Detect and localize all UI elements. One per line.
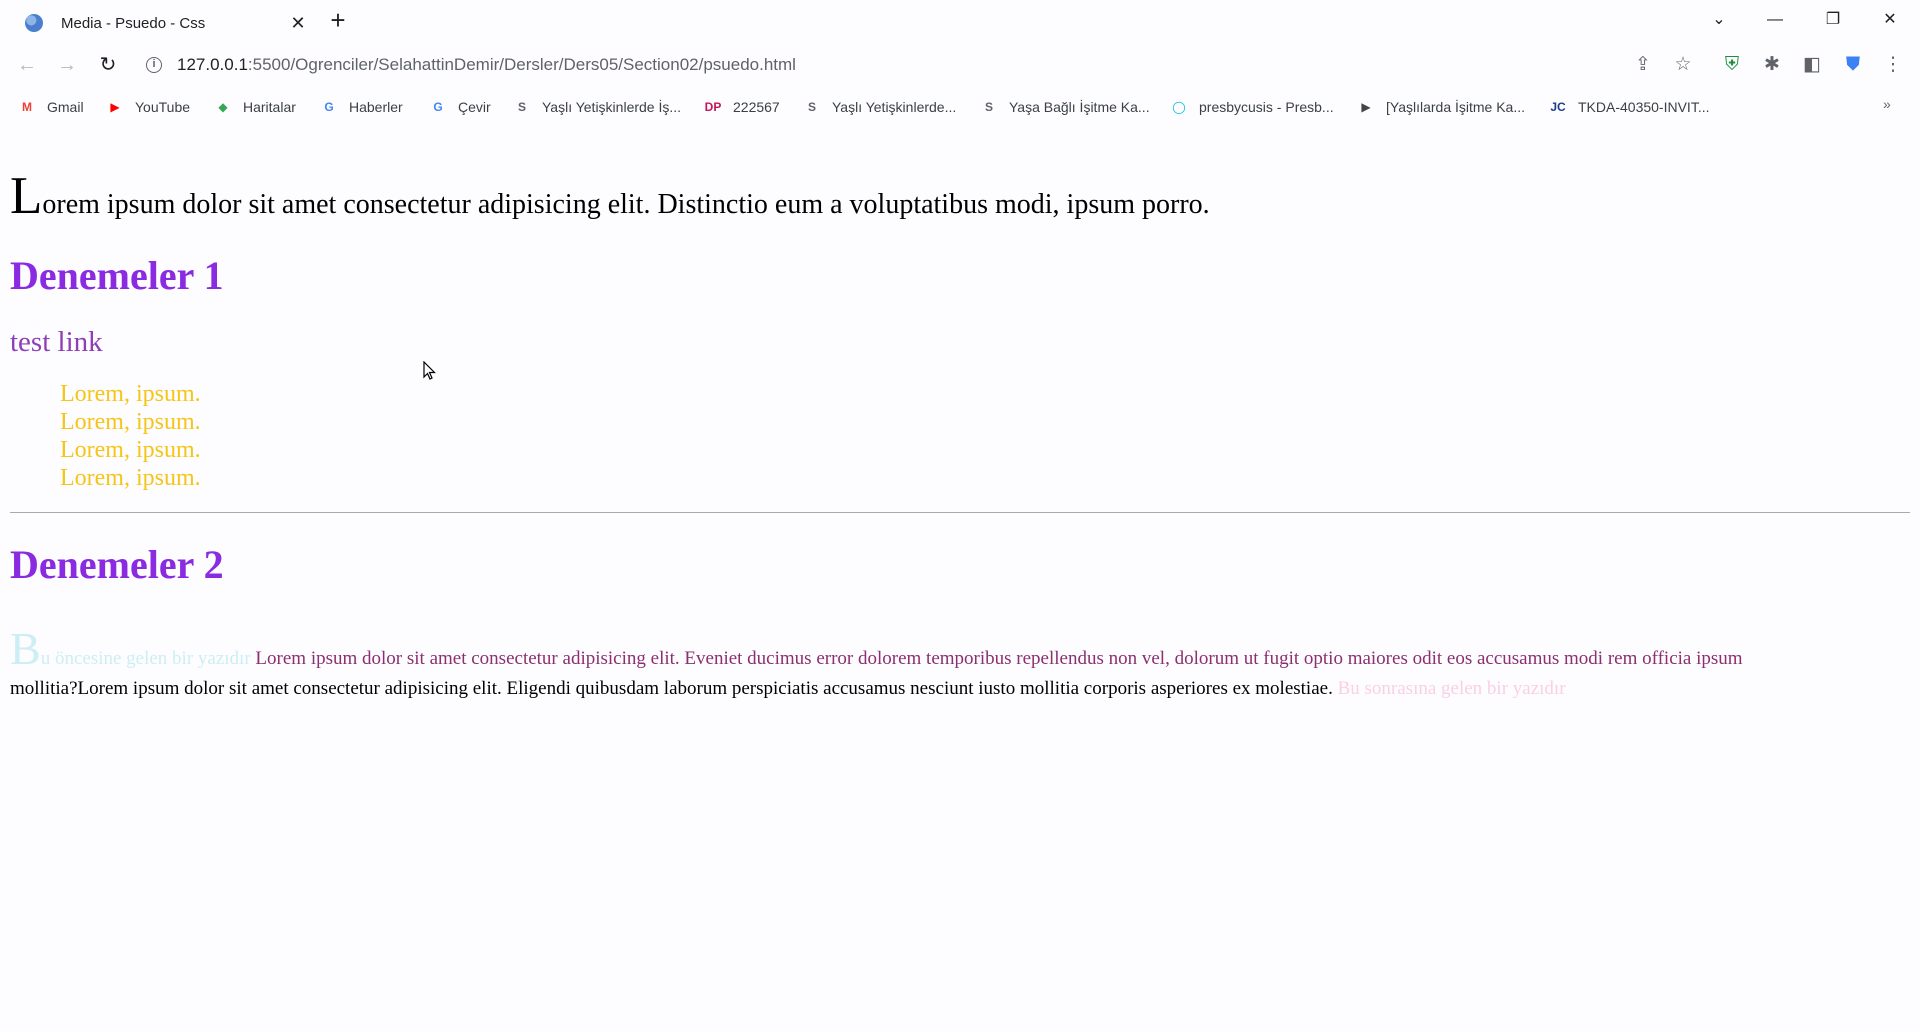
translate-icon: G (433, 100, 443, 114)
before-pseudo-text: Bu öncesine gelen bir yazıdır (10, 626, 251, 672)
bookmark-item[interactable]: JC TKDA-40350-INVIT... (1549, 96, 1710, 118)
pseudo-paragraph: Bu öncesine gelen bir yazıdır Lorem ipsu… (10, 626, 1910, 704)
mouse-cursor-icon (423, 361, 436, 380)
extension-shield-icon[interactable]: ⛨ (1716, 49, 1748, 81)
restore-button[interactable]: ❐ (1811, 4, 1855, 36)
bookmark-label: Yaşlı Yetişkinlerde... (832, 99, 957, 115)
bookmark-item[interactable]: DP 222567 (704, 96, 780, 118)
more-bookmarks-icon[interactable]: » (1883, 96, 1891, 112)
forward-button[interactable]: → (51, 49, 83, 81)
dp-icon: DP (704, 100, 722, 114)
bookmark-item[interactable]: ◆ Haritalar (214, 96, 296, 118)
share-icon[interactable]: ⇪ (1627, 49, 1659, 81)
vpn-shield-icon[interactable]: ⛊ (1837, 49, 1869, 81)
menu-kebab-icon[interactable]: ⋮ (1877, 49, 1909, 81)
youtube-icon: ▶ (110, 100, 120, 114)
intro-paragraph: Lorem ipsum dolor sit amet consectetur a… (10, 166, 1210, 226)
bookmark-label: Yaşa Bağlı İşitme Ka... (1009, 99, 1150, 115)
bookmark-item[interactable]: S Yaşlı Yetişkinlerde... (803, 96, 956, 118)
bookmark-label: Haritalar (243, 99, 296, 115)
search-icon: ◯ (1172, 100, 1186, 114)
tab-search-icon[interactable]: ⌄ (1697, 4, 1741, 36)
bookmark-item[interactable]: S Yaşlı Yetişkinlerde İş... (513, 96, 681, 118)
close-tab-icon[interactable]: ✕ (287, 12, 309, 34)
bookmark-star-icon[interactable]: ☆ (1667, 49, 1699, 81)
bookmark-label: 222567 (733, 99, 780, 115)
site-info-icon[interactable]: i (146, 57, 162, 73)
test-link[interactable]: test link (10, 326, 103, 359)
news-icon: G (324, 100, 334, 114)
paragraph-rest: mollitia?Lorem ipsum dolor sit amet cons… (10, 678, 1333, 699)
toolbar: ← → ↻ i 127.0.0.1:5500/Ogrenciler/Selaha… (0, 42, 1920, 88)
active-tab[interactable]: Media - Psuedo - Css ✕ (13, 4, 319, 42)
doc-icon: ▶ (1361, 100, 1371, 114)
bookmark-item[interactable]: G Haberler (320, 96, 403, 118)
link-icon: S (517, 100, 526, 114)
link-icon: S (984, 100, 993, 114)
after-pseudo-text: Bu sonrasına gelen bir yazıdır (1332, 678, 1566, 699)
close-window-button[interactable]: ✕ (1868, 4, 1912, 36)
url-host: 127.0.0.1 (177, 55, 248, 74)
bookmark-item[interactable]: M Gmail (18, 96, 84, 118)
new-tab-button[interactable]: + (323, 6, 353, 36)
bookmark-item[interactable]: ▶ [Yaşlılarda İşitme Ka... (1357, 96, 1525, 118)
bookmark-label: Haberler (349, 99, 403, 115)
intro-text: orem ipsum dolor sit amet consectetur ad… (42, 189, 1210, 220)
bookmark-label: Çevir (458, 99, 491, 115)
link-icon: S (807, 100, 816, 114)
bookmark-item[interactable]: G Çevir (429, 96, 491, 118)
list-item: Lorem, ipsum. (60, 381, 201, 407)
horizontal-rule (10, 512, 1910, 513)
bookmark-label: [Yaşlılarda İşitme Ka... (1386, 99, 1526, 115)
url-path: :5500/Ogrenciler/SelahattinDemir/Dersler… (247, 55, 796, 74)
tab-title: Media - Psuedo - Css (61, 14, 206, 32)
bookmark-label: presbycusis - Presb... (1199, 99, 1334, 115)
intro-first-letter: L (10, 167, 43, 225)
globe-icon (25, 14, 43, 32)
bookmark-label: Gmail (47, 99, 84, 115)
gmail-icon: M (22, 100, 32, 114)
maps-icon: ◆ (218, 100, 228, 114)
bookmark-label: YouTube (135, 99, 191, 115)
list-item: Lorem, ipsum. (60, 465, 201, 491)
minimize-button[interactable]: — (1753, 4, 1797, 36)
tab-strip: Media - Psuedo - Css ✕ + ⌄ — ❐ ✕ (0, 0, 1920, 42)
bookmark-item[interactable]: S Yaşa Bağlı İşitme Ka... (980, 96, 1150, 118)
before-rest: u öncesine gelen bir yazıdır (40, 648, 251, 669)
reload-button[interactable]: ↻ (92, 49, 124, 81)
heading-denemeler-2: Denemeler 2 (10, 542, 224, 587)
list-item: Lorem, ipsum. (60, 437, 201, 463)
address-bar[interactable]: 127.0.0.1:5500/Ogrenciler/SelahattinDemi… (177, 55, 796, 75)
extensions-puzzle-icon[interactable]: ✱ (1756, 49, 1788, 81)
bookmark-label: Yaşlı Yetişkinlerde İş... (542, 99, 682, 115)
bookmarks-bar: M Gmail ▶ YouTube ◆ Haritalar G Haberler G Çevir S… (0, 92, 1920, 122)
bookmark-item[interactable]: ◯ presbycusis - Presb... (1170, 96, 1334, 118)
heading-denemeler-1: Denemeler 1 (10, 253, 224, 298)
lorem-list: Lorem, ipsum. Lorem, ipsum. Lorem, ipsum… (60, 380, 201, 492)
jc-icon: JC (1550, 100, 1566, 114)
page-content: Lorem ipsum dolor sit amet consectetur a… (0, 124, 1920, 1032)
before-first-letter: B (10, 623, 41, 674)
bookmark-label: TKDA-40350-INVIT... (1578, 99, 1710, 115)
bookmark-item[interactable]: ▶ YouTube (106, 96, 190, 118)
back-button[interactable]: ← (11, 49, 43, 81)
list-item: Lorem, ipsum. (60, 409, 201, 435)
paragraph-first-line: Lorem ipsum dolor sit amet consectetur a… (250, 648, 1743, 669)
side-panel-icon[interactable]: ◧ (1796, 49, 1828, 81)
